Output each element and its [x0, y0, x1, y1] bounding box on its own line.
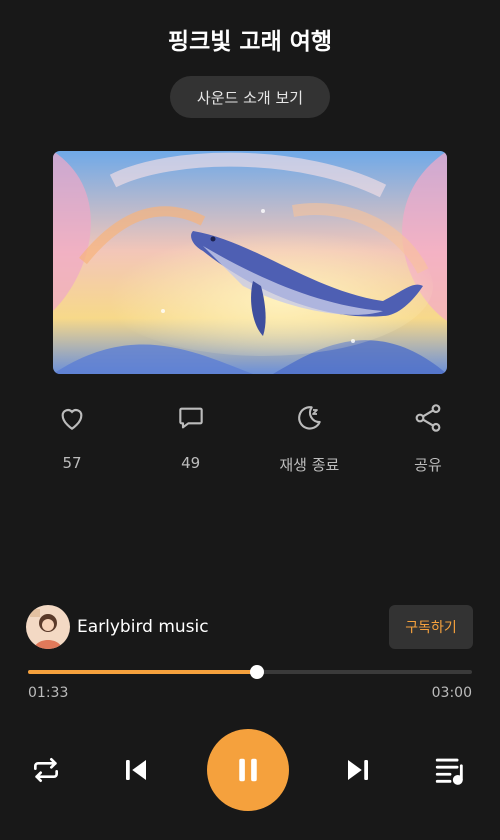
heart-icon — [54, 400, 90, 436]
progress-bar[interactable] — [28, 665, 472, 679]
play-pause-button[interactable] — [207, 729, 289, 811]
subscribe-button[interactable]: 구독하기 — [389, 605, 473, 649]
skip-previous-icon — [126, 760, 146, 780]
player-controls — [0, 729, 500, 811]
repeat-button[interactable] — [28, 752, 64, 788]
album-artwork — [53, 151, 447, 374]
sound-intro-button[interactable]: 사운드 소개 보기 — [170, 76, 330, 118]
next-button[interactable] — [340, 752, 376, 788]
artist-avatar[interactable] — [26, 605, 70, 649]
artist-row: Earlybird music 구독하기 — [26, 605, 473, 649]
playlist-button[interactable] — [432, 752, 468, 788]
share-icon — [410, 400, 446, 436]
comment-icon — [173, 400, 209, 436]
like-button[interactable]: 57 — [22, 400, 122, 475]
action-bar: 57 49 재생 종료 공유 — [22, 400, 478, 475]
share-button[interactable]: 공유 — [378, 400, 478, 475]
progress-knob[interactable] — [249, 665, 264, 679]
total-time: 03:00 — [431, 685, 472, 701]
pause-icon — [239, 758, 257, 782]
comment-count: 49 — [181, 454, 201, 472]
progress-fill — [28, 670, 257, 674]
artist-name[interactable]: Earlybird music — [77, 617, 389, 637]
track-title: 핑크빛 고래 여행 — [167, 29, 333, 55]
moon-sleep-icon — [291, 400, 327, 436]
sleep-timer-button[interactable]: 재생 종료 — [259, 400, 359, 475]
playlist-icon — [435, 758, 463, 785]
current-time: 01:33 — [28, 685, 69, 701]
skip-next-icon — [348, 760, 368, 780]
repeat-icon — [34, 758, 58, 782]
share-label: 공유 — [414, 456, 442, 474]
like-count: 57 — [62, 454, 82, 472]
comment-button[interactable]: 49 — [141, 400, 241, 475]
previous-button[interactable] — [118, 752, 154, 788]
sleep-timer-label: 재생 종료 — [279, 456, 340, 474]
